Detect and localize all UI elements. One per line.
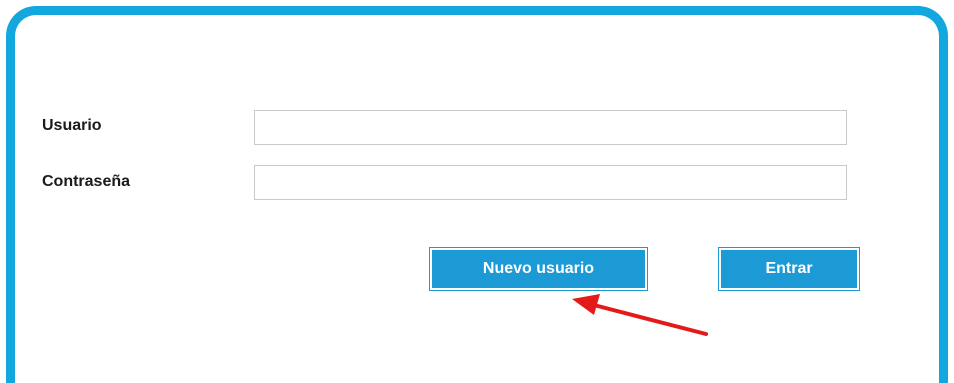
enter-button[interactable]: Entrar <box>718 247 860 291</box>
username-label: Usuario <box>42 117 102 134</box>
red-arrow-icon <box>572 294 708 336</box>
password-field[interactable] <box>254 165 847 200</box>
username-field[interactable] <box>254 110 847 145</box>
new-user-button[interactable]: Nuevo usuario <box>429 247 648 291</box>
password-label: Contraseña <box>42 173 131 190</box>
